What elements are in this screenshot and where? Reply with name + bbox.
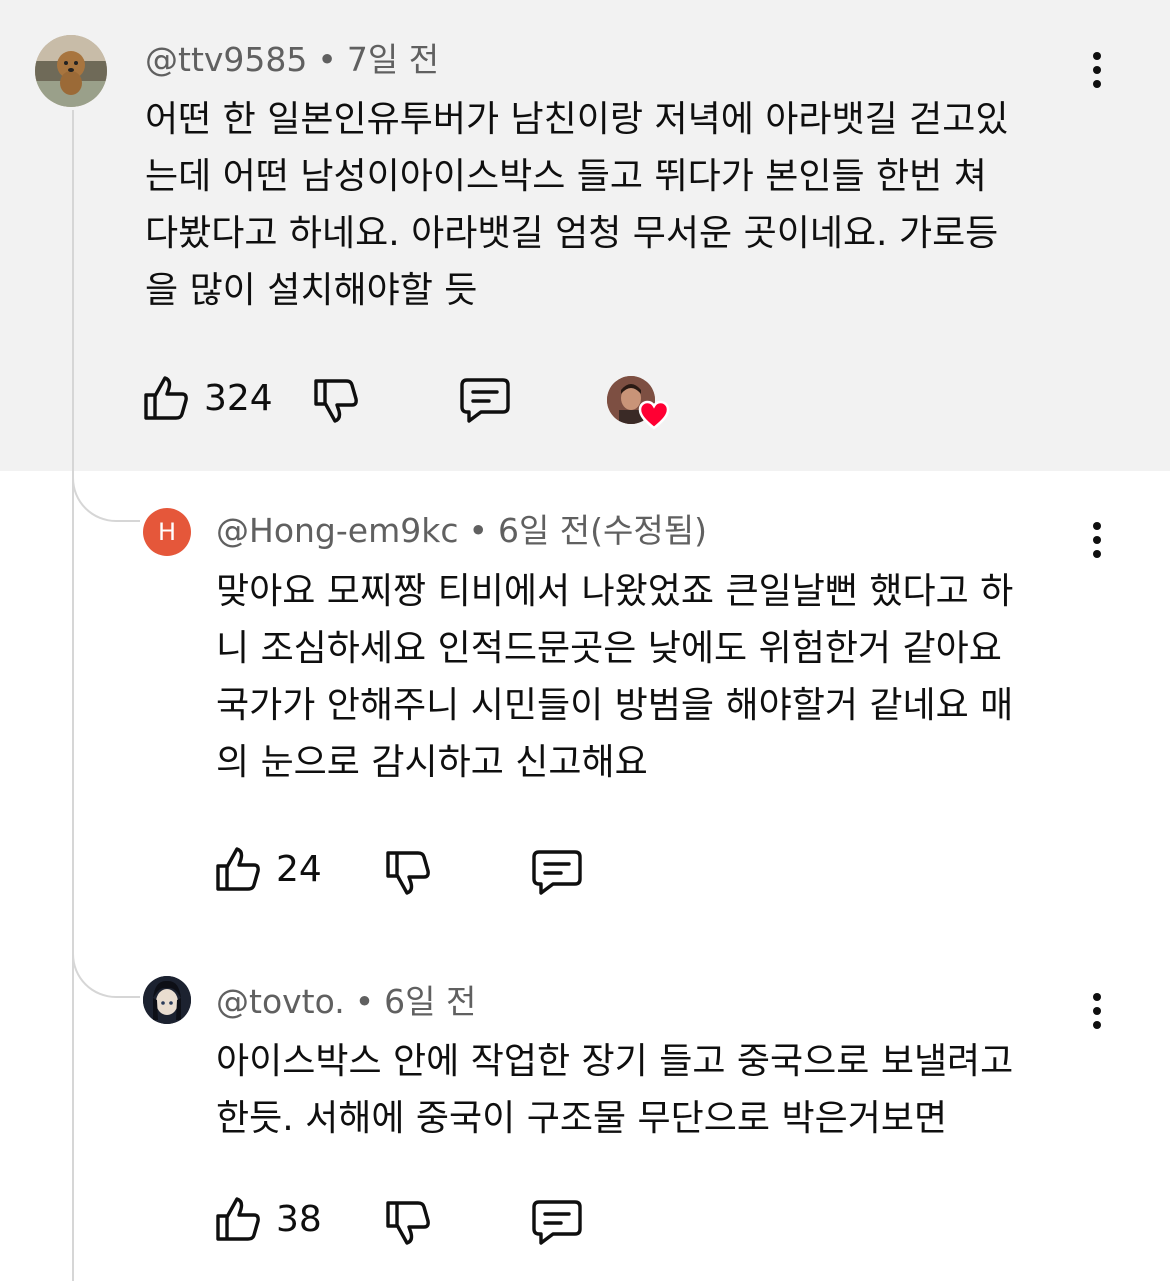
comment-author[interactable]: @tovto. bbox=[216, 982, 345, 1021]
thread-line bbox=[72, 110, 74, 1281]
comment-text: 아이스박스 안에 작업한 장기 들고 중국으로 보낼려고 한듯. 서해에 중국이… bbox=[216, 1041, 1014, 1139]
like-count: 324 bbox=[204, 378, 273, 419]
heart-icon bbox=[638, 400, 670, 430]
reply-icon[interactable] bbox=[459, 376, 511, 424]
like-icon[interactable] bbox=[214, 845, 262, 893]
separator-dot: • bbox=[317, 40, 337, 79]
dislike-icon[interactable] bbox=[384, 849, 432, 897]
like-icon[interactable] bbox=[142, 374, 190, 422]
separator-dot: • bbox=[468, 511, 488, 550]
like-count: 38 bbox=[276, 1199, 322, 1240]
comment-text: 어떤 한 일본인유투버가 남친이랑 저녁에 아라뱃길 걷고있 는데 어떤 남성이… bbox=[145, 99, 1009, 311]
reply-connector bbox=[72, 472, 140, 522]
dog-photo-avatar[interactable] bbox=[35, 35, 107, 107]
more-options-icon[interactable] bbox=[1087, 522, 1107, 566]
separator-dot: • bbox=[354, 982, 375, 1021]
letter-avatar[interactable]: H bbox=[143, 508, 191, 556]
like-count: 24 bbox=[276, 849, 322, 890]
comment-author[interactable]: @ttv9585 bbox=[145, 40, 307, 79]
reply-connector bbox=[72, 948, 140, 998]
more-options-icon[interactable] bbox=[1087, 52, 1107, 96]
avatar-letter: H bbox=[157, 518, 177, 546]
comment-author[interactable]: @Hong-em9kc bbox=[216, 511, 458, 550]
dislike-icon[interactable] bbox=[384, 1199, 432, 1247]
comment-time[interactable]: 6일 전(수정됨) bbox=[498, 511, 707, 550]
comment-time[interactable]: 7일 전 bbox=[347, 40, 439, 79]
more-options-icon[interactable] bbox=[1087, 993, 1107, 1037]
comment-time[interactable]: 6일 전 bbox=[384, 982, 476, 1021]
dislike-icon[interactable] bbox=[312, 377, 360, 425]
anime-character-avatar[interactable] bbox=[143, 976, 191, 1024]
comment-text: 맞아요 모찌짱 티비에서 나왔었죠 큰일날뻔 했다고 하 니 조심하세요 인적드… bbox=[216, 571, 1014, 783]
reply-icon[interactable] bbox=[531, 848, 583, 896]
reply-icon[interactable] bbox=[531, 1198, 583, 1246]
like-icon[interactable] bbox=[214, 1195, 262, 1243]
